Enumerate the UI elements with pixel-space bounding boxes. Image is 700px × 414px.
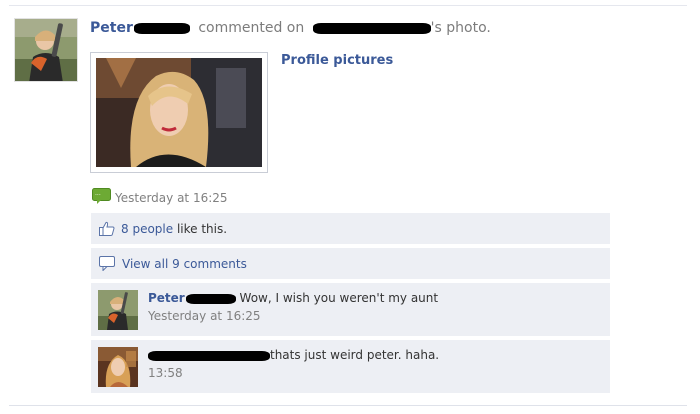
album-title-link[interactable]: Profile pictures (281, 53, 393, 68)
commenter-avatar[interactable] (98, 347, 138, 387)
like-count-link[interactable]: 8 people (121, 222, 173, 236)
story-timestamp-link[interactable]: Yesterday at 16:25 (115, 191, 228, 205)
actor-avatar[interactable] (14, 18, 78, 82)
comment-text: Wow, I wish you weren't my aunt (235, 291, 439, 305)
comment-author-link[interactable] (148, 348, 270, 362)
comment-body: thats just weird peter. haha. 13:58 (148, 348, 439, 380)
bottom-divider (9, 405, 687, 406)
redaction-bar (185, 293, 236, 304)
comment-item: Peter Wow, I wish you weren't my aunt Ye… (91, 283, 610, 336)
story-verb: commented on (198, 20, 305, 36)
comment-timestamp[interactable]: Yesterday at 16:25 (148, 309, 438, 323)
story-meta: ··· Yesterday at 16:25 (92, 188, 228, 207)
mobile-comment-icon: ··· (92, 188, 111, 207)
photo-thumbnail[interactable] (90, 52, 268, 173)
story-object-suffix: 's photo. (430, 20, 491, 36)
comment-author-link[interactable]: Peter (148, 291, 236, 305)
commenter-avatar[interactable] (98, 290, 138, 330)
thumbs-up-icon (99, 221, 115, 236)
comment-timestamp[interactable]: 13:58 (148, 366, 439, 380)
comment-item: thats just weird peter. haha. 13:58 (91, 340, 610, 393)
svg-text:···: ··· (95, 192, 101, 199)
view-comments-row[interactable]: View all 9 comments (91, 248, 610, 279)
story-header: Peter commented on 's photo. (90, 20, 491, 36)
top-divider (9, 5, 687, 6)
redaction-bar (133, 22, 190, 34)
actor-name-link[interactable]: Peter (90, 20, 190, 36)
redaction-bar (312, 22, 431, 34)
comment-body: Peter Wow, I wish you weren't my aunt Ye… (148, 291, 438, 323)
comment-bubble-icon (99, 256, 115, 271)
redaction-bar (148, 350, 270, 361)
view-all-comments-link[interactable]: View all 9 comments (122, 257, 247, 271)
comment-text: thats just weird peter. haha. (270, 348, 440, 362)
like-suffix: like this. (173, 221, 228, 236)
likes-row: 8 people like this. (91, 213, 610, 244)
